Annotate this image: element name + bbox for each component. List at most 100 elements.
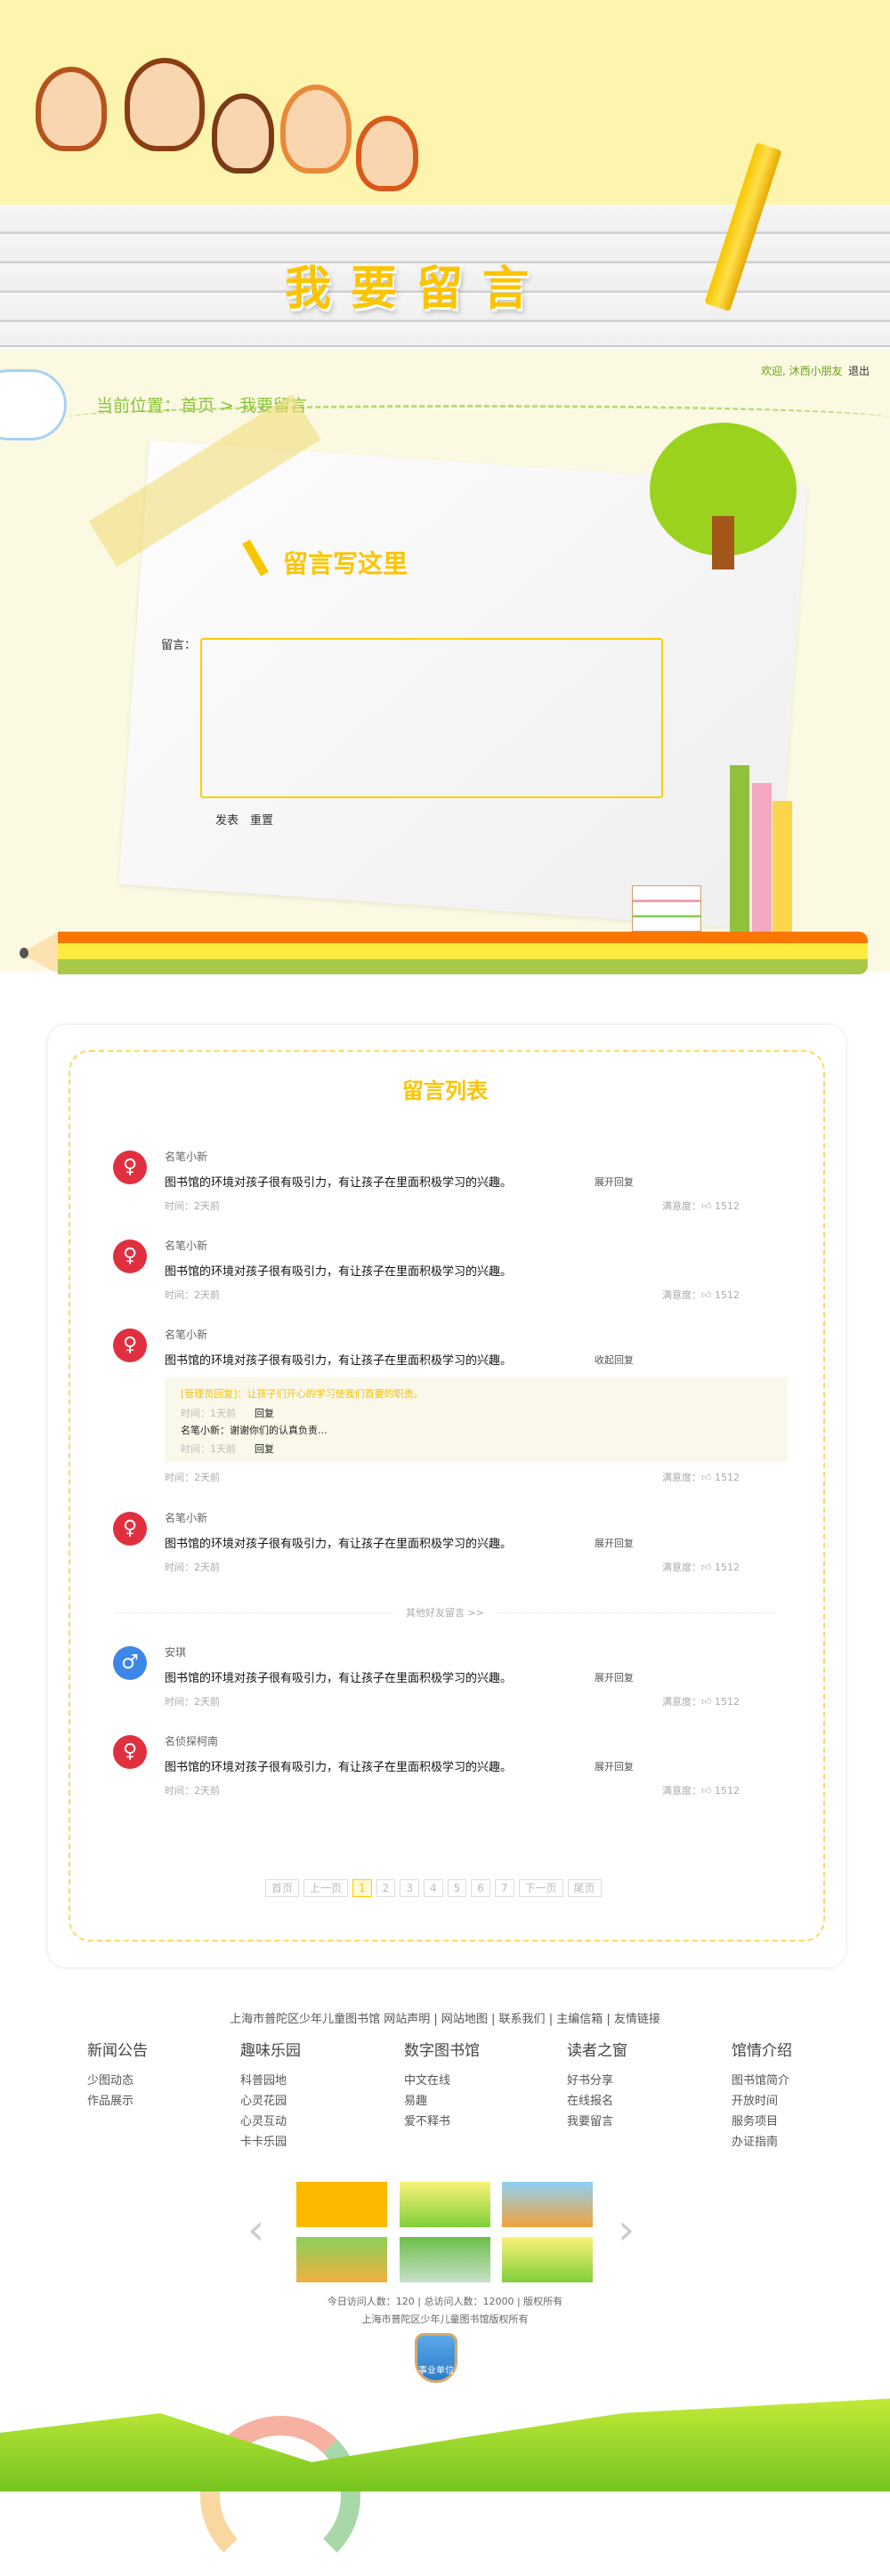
comment-time: 时间：2天前 xyxy=(165,1785,220,1797)
footer-column-title: 新闻公告 xyxy=(87,2042,148,2060)
user-reply-time: 时间：1天前 xyxy=(181,1443,236,1455)
footer-link[interactable]: 办证指南 xyxy=(732,2132,792,2152)
page-link[interactable]: 下一页 xyxy=(518,1879,563,1897)
comment-list-title: 留言列表 xyxy=(402,1078,488,1103)
gallery-thumbnail[interactable] xyxy=(296,2237,387,2282)
footer-link[interactable]: 爱不释书 xyxy=(404,2112,480,2132)
footer-link[interactable]: 我要留言 xyxy=(567,2112,627,2132)
comment-text: 图书馆的环境对孩子很有吸引力，有让孩子在里面积极学习的兴趣。 xyxy=(165,1354,513,1368)
cartoon-kid-illustration xyxy=(125,58,205,151)
thumbs-up-icon[interactable]: 👍︎ xyxy=(701,1289,712,1301)
gallery-thumbnail[interactable] xyxy=(502,2182,593,2227)
comment-author: 名笔小新 xyxy=(165,1151,208,1163)
like-count: 1512 xyxy=(715,1289,740,1301)
page-link[interactable]: 首页 xyxy=(265,1879,300,1897)
footer-link[interactable]: 在线报名 xyxy=(567,2091,627,2112)
institution-badge[interactable]: 事业单位 xyxy=(415,2333,457,2383)
footer-link[interactable]: 开放时间 xyxy=(732,2091,792,2112)
thumbs-up-icon[interactable]: 👍︎ xyxy=(701,1562,712,1573)
page-link[interactable]: 4 xyxy=(423,1879,443,1897)
satisfaction: 满意度：👍︎ 1512 xyxy=(662,1288,740,1302)
gallery-thumbnail[interactable] xyxy=(502,2237,593,2282)
footer-links[interactable]: 上海市普陀区少年儿童图书馆 网站声明 | 网站地图 | 联系我们 | 主编信箱 … xyxy=(0,2009,890,2026)
footer-link[interactable]: 少图动态 xyxy=(87,2071,148,2091)
page-link[interactable]: 6 xyxy=(471,1879,490,1897)
footer-link[interactable]: 心灵互动 xyxy=(240,2112,301,2132)
books-illustration xyxy=(632,885,701,932)
footer-link[interactable]: 服务项目 xyxy=(732,2112,792,2132)
toggle-replies-link[interactable]: 展开回复 xyxy=(595,1175,634,1189)
toggle-replies-link[interactable]: 展开回复 xyxy=(595,1759,634,1773)
female-avatar-icon: ♀ xyxy=(113,1328,147,1362)
footer-link[interactable]: 图书馆简介 xyxy=(732,2071,792,2091)
gallery-thumbnail[interactable] xyxy=(400,2182,490,2227)
footer-column: 趣味乐园 科普园地 心灵花园 心灵互动 卡卡乐园 xyxy=(240,2038,301,2152)
like-count: 1512 xyxy=(715,1562,740,1573)
page-link[interactable]: 2 xyxy=(376,1879,396,1897)
comment-text: 图书馆的环境对孩子很有吸引力，有让孩子在里面积极学习的兴趣。 xyxy=(165,1176,513,1190)
comment-time: 时间：2天前 xyxy=(165,1200,220,1212)
tree-trunk-illustration xyxy=(712,516,734,569)
footer-column: 新闻公告少图动态 作品展示 xyxy=(87,2038,148,2112)
gallery-thumbnail[interactable] xyxy=(400,2237,490,2282)
like-count: 1512 xyxy=(715,1472,740,1483)
female-avatar-icon: ♀ xyxy=(113,1735,147,1769)
page-link[interactable]: 尾页 xyxy=(567,1879,602,1897)
toggle-replies-link[interactable]: 展开回复 xyxy=(595,1670,634,1684)
reply-link[interactable]: 回复 xyxy=(255,1441,274,1456)
female-avatar-icon: ♀ xyxy=(113,1151,147,1184)
male-avatar-icon: ♂ xyxy=(113,1646,147,1680)
reset-button[interactable]: 重置 xyxy=(250,811,273,828)
footer-column-title: 数字图书馆 xyxy=(404,2042,480,2060)
footer-link[interactable]: 卡卡乐园 xyxy=(240,2132,301,2152)
next-arrow-icon[interactable]: › xyxy=(618,2205,635,2255)
satisfaction: 满意度：👍︎ 1512 xyxy=(662,1199,740,1213)
message-input[interactable] xyxy=(200,638,663,798)
badge-text: 事业单位 xyxy=(418,2366,454,2376)
comment-text: 图书馆的环境对孩子很有吸引力，有让孩子在里面积极学习的兴趣。 xyxy=(165,1672,513,1685)
submit-button[interactable]: 发表 xyxy=(215,811,239,828)
toggle-replies-link[interactable]: 收起回复 xyxy=(595,1353,634,1367)
cartoon-kid-illustration xyxy=(280,85,352,174)
thumbs-up-icon[interactable]: 👍︎ xyxy=(701,1200,712,1212)
page-link[interactable]: 7 xyxy=(494,1879,514,1897)
satisfaction-label: 满意度： xyxy=(662,1696,701,1708)
comment-time: 时间：2天前 xyxy=(165,1472,220,1483)
other-friends-link[interactable]: 其他好友留言 >> xyxy=(395,1607,495,1619)
thumbs-up-icon[interactable]: 👍︎ xyxy=(701,1696,712,1708)
footer-link[interactable]: 好书分享 xyxy=(567,2071,627,2091)
pagination: 首页 上一页 1 2 3 4 5 6 7 下一页 尾页 xyxy=(265,1879,602,1897)
thumbs-up-icon[interactable]: 👍︎ xyxy=(701,1472,712,1483)
banner-title: 我要留言 xyxy=(285,262,549,316)
reply-link[interactable]: 回复 xyxy=(255,1406,274,1420)
gallery-thumbnail[interactable] xyxy=(296,2182,387,2227)
like-count: 1512 xyxy=(715,1200,740,1212)
footer-link[interactable]: 易趣 xyxy=(404,2091,480,2112)
page-link[interactable]: 3 xyxy=(400,1879,419,1897)
satisfaction: 满意度：👍︎ 1512 xyxy=(662,1694,740,1708)
thumbs-up-icon[interactable]: 👍︎ xyxy=(701,1785,712,1797)
footer-link[interactable]: 作品展示 xyxy=(87,2091,148,2112)
comment-text: 图书馆的环境对孩子很有吸引力，有让孩子在里面积极学习的兴趣。 xyxy=(165,1265,513,1279)
crayon-illustration xyxy=(752,783,772,934)
footer-column: 数字图书馆中文在线 易趣 爱不释书 xyxy=(404,2038,480,2132)
satisfaction-label: 满意度： xyxy=(662,1562,701,1573)
footer-link[interactable]: 中文在线 xyxy=(404,2071,480,2091)
visitor-stats: 今日访问人数：120 | 总访问人数：12000 | 版权所有 xyxy=(327,2296,563,2307)
comment-author: 名笔小新 xyxy=(165,1240,208,1252)
comment-time: 时间：2天前 xyxy=(165,1696,220,1708)
footer-link[interactable]: 科普园地 xyxy=(240,2071,301,2091)
prev-arrow-icon[interactable]: ‹ xyxy=(247,2205,264,2255)
footer-column-title: 馆情介绍 xyxy=(732,2042,792,2060)
footer-link[interactable]: 心灵花园 xyxy=(240,2091,301,2112)
toggle-replies-link[interactable]: 展开回复 xyxy=(595,1536,634,1550)
page-link[interactable]: 1 xyxy=(352,1879,372,1897)
form-title: 留言写这里 xyxy=(283,549,409,578)
admin-reply: [管理员回复]：让孩子们开心的学习使我们首要的职责。 xyxy=(181,1388,424,1400)
others-link-row: 其他好友留言 >> xyxy=(0,1605,890,1619)
logout-link[interactable]: 退出 xyxy=(848,363,870,378)
page-link[interactable]: 5 xyxy=(447,1879,467,1897)
pencil-band-lead xyxy=(20,948,28,958)
page-link[interactable]: 上一页 xyxy=(303,1879,349,1897)
satisfaction-label: 满意度： xyxy=(662,1785,701,1797)
